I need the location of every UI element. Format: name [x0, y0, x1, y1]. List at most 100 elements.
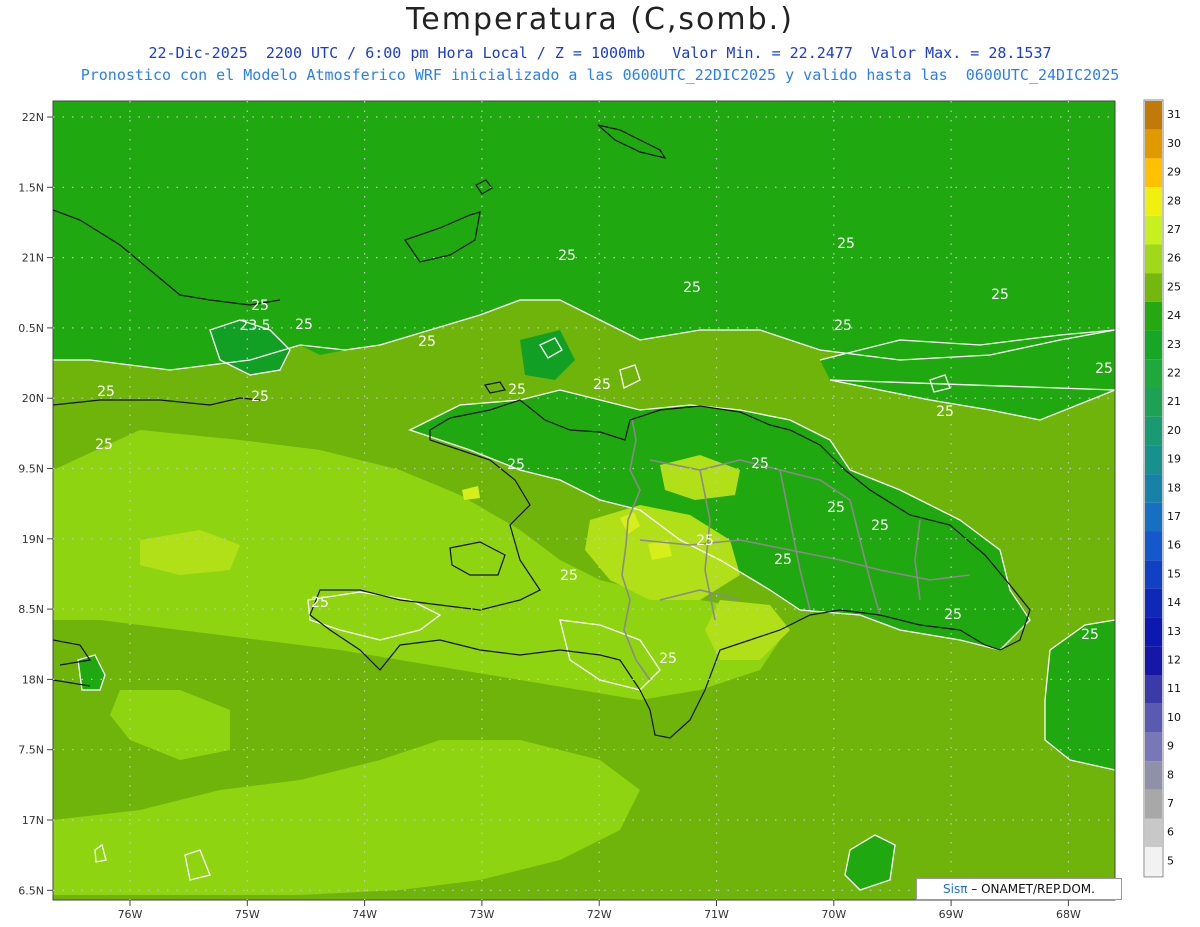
color-bar-label: 27	[1167, 223, 1181, 236]
sispi-brand: Sisπ	[943, 882, 968, 896]
color-bar-label: 23	[1167, 338, 1181, 351]
color-bar-label: 25	[1167, 280, 1181, 293]
color-bar-label: 8	[1167, 768, 1174, 781]
longitude-axis: 76W 75W 74W 73W 72W 71W 70W 69W 68W	[118, 900, 1081, 921]
color-bar-swatch	[1145, 301, 1162, 331]
isotherm-label: 25	[95, 437, 113, 453]
color-bar-label: 22	[1167, 367, 1181, 380]
color-bar-label: 26	[1167, 252, 1181, 265]
lat-tick-label: 6.5N	[18, 884, 44, 897]
isotherm-label: 23.5	[239, 318, 270, 334]
isotherm-label: 25	[507, 457, 525, 473]
lat-tick-label: 9.5N	[18, 463, 44, 476]
color-bar-label: 17	[1167, 510, 1181, 523]
color-bar-swatch	[1145, 158, 1162, 188]
color-bar-label: 28	[1167, 194, 1181, 207]
color-bar-label: 9	[1167, 740, 1174, 753]
isotherm-label: 25	[1081, 627, 1099, 643]
lat-tick-label: 7.5N	[18, 744, 44, 757]
lat-tick-label: 19N	[22, 533, 44, 546]
color-bar-swatch	[1145, 244, 1162, 274]
color-bar-swatch	[1145, 502, 1162, 532]
color-bar-label: 5	[1167, 854, 1174, 867]
isotherm-label: 25	[295, 317, 313, 333]
isotherm-label: 25	[311, 595, 329, 611]
isotherm-label: 25	[936, 404, 954, 420]
latitude-axis: 22N 1.5N 21N 0.5N 20N 9.5N 19N 8.5N 18N 7.5N 17N 6.…	[18, 111, 53, 897]
color-bar-swatch	[1145, 847, 1162, 876]
color-bar-swatch	[1145, 646, 1162, 675]
color-bar-swatch	[1145, 330, 1162, 360]
isotherm-label: 25	[683, 280, 701, 296]
credit-text: – ONAMET/REP.DOM.	[967, 882, 1095, 896]
lat-tick-label: 21N	[22, 252, 44, 265]
color-bar-label: 12	[1167, 654, 1181, 667]
color-bar-swatch	[1145, 531, 1162, 561]
color-bar-swatch	[1145, 445, 1162, 475]
color-bar-swatch	[1145, 187, 1162, 216]
color-bar-swatch	[1145, 129, 1162, 159]
color-bar-swatch	[1145, 101, 1162, 130]
isotherm-label: 25	[251, 298, 269, 314]
color-bar-label: 24	[1167, 309, 1181, 322]
lon-tick-label: 74W	[352, 908, 377, 921]
color-bar-label: 30	[1167, 137, 1181, 150]
color-bar-label: 19	[1167, 453, 1181, 466]
color-bar-swatch	[1145, 388, 1162, 417]
color-bar-swatch	[1145, 703, 1162, 733]
color-bar-label: 14	[1167, 596, 1181, 609]
lat-tick-label: 17N	[22, 814, 44, 827]
color-bar-swatch	[1145, 474, 1162, 503]
color-bar-label: 20	[1167, 424, 1181, 437]
isotherm-label: 25	[1095, 361, 1113, 377]
color-bar-label: 21	[1167, 395, 1181, 408]
lat-tick-label: 22N	[22, 111, 44, 124]
color-bar-swatch	[1145, 761, 1162, 790]
lat-tick-label: 1.5N	[18, 181, 44, 194]
lon-tick-label: 73W	[469, 908, 494, 921]
color-bar-label: 18	[1167, 481, 1181, 494]
color-bar-swatch	[1145, 732, 1162, 762]
temperature-map: 22N 1.5N 21N 0.5N 20N 9.5N 19N 8.5N 18N 7.5N 17N 6.…	[18, 99, 1181, 921]
isotherm-label: 25	[659, 651, 677, 667]
color-bar-swatch	[1145, 818, 1162, 848]
isotherm-label: 25	[834, 318, 852, 334]
isotherm-label: 25	[696, 533, 714, 549]
lat-tick-label: 18N	[22, 673, 44, 686]
color-bar-label: 10	[1167, 711, 1181, 724]
color-bar-swatch	[1145, 215, 1162, 245]
color-bar-swatch	[1145, 789, 1162, 819]
isotherm-label: 25	[751, 456, 769, 472]
color-bar-label: 11	[1167, 682, 1181, 695]
isotherm-label: 25	[508, 382, 526, 398]
isotherm-label: 25	[871, 518, 889, 534]
lon-tick-label: 71W	[704, 908, 729, 921]
color-bar-label: 16	[1167, 539, 1181, 552]
isotherm-label: 25	[827, 500, 845, 516]
lat-tick-label: 8.5N	[18, 603, 44, 616]
color-bar-swatch	[1145, 359, 1162, 388]
lon-tick-label: 70W	[821, 908, 846, 921]
color-bar-label: 15	[1167, 567, 1181, 580]
color-bar-swatch	[1145, 560, 1162, 589]
isotherm-label: 25	[837, 236, 855, 252]
color-bar-swatch	[1145, 588, 1162, 618]
color-bar-label: 6	[1167, 826, 1174, 839]
lon-tick-label: 75W	[235, 908, 260, 921]
lon-tick-label: 68W	[1056, 908, 1081, 921]
color-bar-label: 7	[1167, 797, 1174, 810]
isotherm-label: 25	[97, 384, 115, 400]
color-bar-swatch	[1145, 617, 1162, 647]
isotherm-label: 25	[944, 607, 962, 623]
color-bar-swatch	[1145, 416, 1162, 446]
isotherm-label: 25	[558, 248, 576, 264]
lon-tick-label: 76W	[118, 908, 143, 921]
lon-tick-label: 72W	[587, 908, 612, 921]
lat-tick-label: 20N	[22, 392, 44, 405]
lon-tick-label: 69W	[939, 908, 964, 921]
color-bar-swatch	[1145, 675, 1162, 704]
isotherm-label: 25	[418, 334, 436, 350]
isotherm-label: 25	[251, 389, 269, 405]
credit-box: Sisπ – ONAMET/REP.DOM.	[916, 878, 1122, 900]
isotherm-label: 25	[593, 377, 611, 393]
